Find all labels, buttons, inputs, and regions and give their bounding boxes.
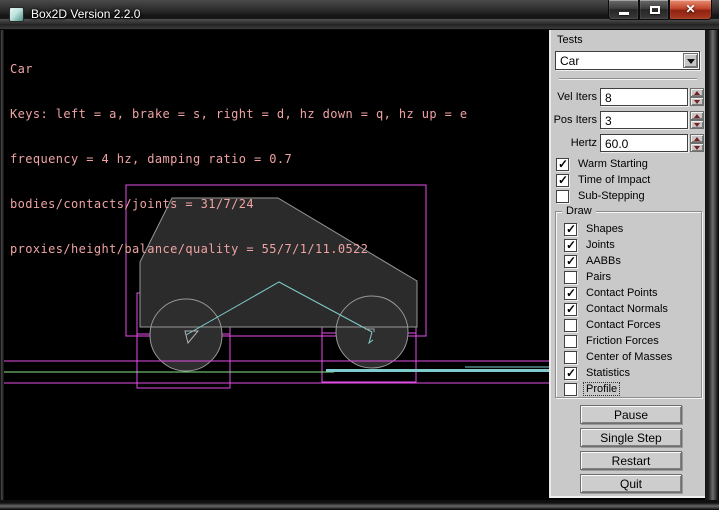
app-icon bbox=[9, 7, 24, 22]
hertz-spinner bbox=[690, 134, 704, 152]
check-icon: ✓ bbox=[558, 157, 568, 171]
check-icon: ✓ bbox=[566, 302, 576, 316]
window-border-right bbox=[705, 30, 719, 500]
checkbox-label: Statistics bbox=[586, 367, 630, 379]
checkbox-label: Center of Masses bbox=[586, 351, 672, 363]
spinner-up-button[interactable] bbox=[690, 134, 704, 143]
restart-button[interactable]: Restart bbox=[580, 451, 682, 470]
vel-iters-spinner bbox=[690, 88, 704, 106]
checkbox-label: Contact Points bbox=[586, 287, 658, 299]
check-icon: ✓ bbox=[566, 366, 576, 380]
window-border-bottom bbox=[0, 500, 719, 510]
single-step-button[interactable]: Single Step bbox=[580, 428, 682, 447]
arrow-up-icon bbox=[694, 91, 700, 95]
stats-line: bodies/contacts/joints = 31/7/24 bbox=[10, 197, 467, 212]
stats-line: frequency = 4 hz, damping ratio = 0.7 bbox=[10, 152, 467, 167]
check-icon: ✓ bbox=[566, 222, 576, 236]
vel-iters-row: Vel Iters 8 bbox=[551, 88, 707, 108]
checkbox-box[interactable] bbox=[564, 335, 577, 348]
checkbox-box[interactable]: ✓ bbox=[564, 303, 577, 316]
checkbox-label: Joints bbox=[586, 239, 615, 251]
checkbox-box[interactable]: ✓ bbox=[556, 174, 569, 187]
check-icon: ✓ bbox=[566, 286, 576, 300]
checkbox-label: Time of Impact bbox=[578, 174, 650, 186]
checkbox-box[interactable]: ✓ bbox=[564, 239, 577, 252]
checkbox-label: AABBs bbox=[586, 255, 621, 267]
close-button[interactable]: ✕ bbox=[669, 0, 712, 20]
minimize-icon bbox=[619, 12, 629, 15]
checkbox-box[interactable]: ✓ bbox=[564, 367, 577, 380]
arrow-up-icon bbox=[694, 137, 700, 141]
pos-iters-row: Pos Iters 3 bbox=[551, 111, 707, 131]
maximize-button[interactable] bbox=[639, 0, 669, 20]
test-selected-value: Car bbox=[560, 54, 579, 68]
maximize-icon bbox=[650, 6, 660, 14]
arrow-down-icon bbox=[694, 146, 700, 150]
tests-label: Tests bbox=[557, 34, 583, 46]
box2d-window: Box2D Version 2.2.0 ✕ bbox=[0, 0, 719, 510]
caption-buttons: ✕ bbox=[608, 0, 712, 20]
checkbox-box[interactable]: ✓ bbox=[556, 158, 569, 171]
close-icon: ✕ bbox=[670, 2, 711, 16]
title-bar: Box2D Version 2.2.0 ✕ bbox=[0, 0, 719, 30]
checkbox-label: Contact Forces bbox=[586, 319, 661, 331]
minimize-button[interactable] bbox=[608, 0, 639, 20]
check-icon: ✓ bbox=[558, 173, 568, 187]
control-panel: Tests Car Vel Iters 8 Pos Iters 3 bbox=[549, 30, 705, 498]
checkbox-label: Friction Forces bbox=[586, 335, 659, 347]
checkbox-box[interactable] bbox=[564, 383, 577, 396]
vel-iters-input[interactable]: 8 bbox=[600, 88, 688, 106]
hertz-label: Hertz bbox=[551, 137, 597, 149]
separator bbox=[559, 78, 697, 80]
dropdown-arrow-button[interactable] bbox=[683, 53, 698, 68]
test-select-dropdown[interactable]: Car bbox=[555, 51, 700, 70]
arrow-down-icon bbox=[694, 100, 700, 104]
arrow-down-icon bbox=[694, 123, 700, 127]
draw-group: Draw ✓Shapes ✓Joints ✓AABBs Pairs ✓Conta… bbox=[555, 211, 702, 398]
debug-stats-text: Car Keys: left = a, brake = s, right = d… bbox=[10, 32, 467, 287]
simulation-canvas[interactable]: Car Keys: left = a, brake = s, right = d… bbox=[4, 30, 549, 500]
spinner-down-button[interactable] bbox=[690, 120, 704, 129]
check-icon: ✓ bbox=[566, 238, 576, 252]
check-icon: ✓ bbox=[566, 254, 576, 268]
checkbox-box[interactable] bbox=[556, 190, 569, 203]
bridge-segment bbox=[326, 369, 549, 372]
checkbox-label: Sub-Stepping bbox=[578, 190, 645, 202]
vel-iters-label: Vel Iters bbox=[551, 91, 597, 103]
spinner-up-button[interactable] bbox=[690, 88, 704, 97]
spinner-down-button[interactable] bbox=[690, 143, 704, 152]
checkbox-label: Warm Starting bbox=[578, 158, 648, 170]
checkbox-box[interactable]: ✓ bbox=[564, 255, 577, 268]
checkbox-box[interactable]: ✓ bbox=[564, 287, 577, 300]
chevron-down-icon bbox=[687, 59, 695, 64]
spinner-up-button[interactable] bbox=[690, 111, 704, 120]
stats-line: proxies/height/balance/quality = 55/7/1/… bbox=[10, 242, 467, 257]
draw-group-title: Draw bbox=[562, 205, 596, 217]
hertz-row: Hertz 60.0 bbox=[551, 134, 707, 154]
stats-line: Keys: left = a, brake = s, right = d, hz… bbox=[10, 107, 467, 122]
window-title: Box2D Version 2.2.0 bbox=[31, 7, 140, 21]
stats-line: Car bbox=[10, 62, 467, 77]
pos-iters-spinner bbox=[690, 111, 704, 129]
checkbox-label: Profile bbox=[584, 383, 619, 395]
arrow-up-icon bbox=[694, 114, 700, 118]
checkbox-label: Pairs bbox=[586, 271, 611, 283]
quit-button[interactable]: Quit bbox=[580, 474, 682, 493]
checkbox-label: Contact Normals bbox=[586, 303, 668, 315]
hertz-input[interactable]: 60.0 bbox=[600, 134, 688, 152]
pos-iters-input[interactable]: 3 bbox=[600, 111, 688, 129]
checkbox-label: Shapes bbox=[586, 223, 623, 235]
pos-iters-label: Pos Iters bbox=[551, 114, 597, 126]
checkbox-box[interactable] bbox=[564, 271, 577, 284]
checkbox-box[interactable] bbox=[564, 319, 577, 332]
checkbox-box[interactable]: ✓ bbox=[564, 223, 577, 236]
pause-button[interactable]: Pause bbox=[580, 405, 682, 424]
spinner-down-button[interactable] bbox=[690, 97, 704, 106]
checkbox-box[interactable] bbox=[564, 351, 577, 364]
